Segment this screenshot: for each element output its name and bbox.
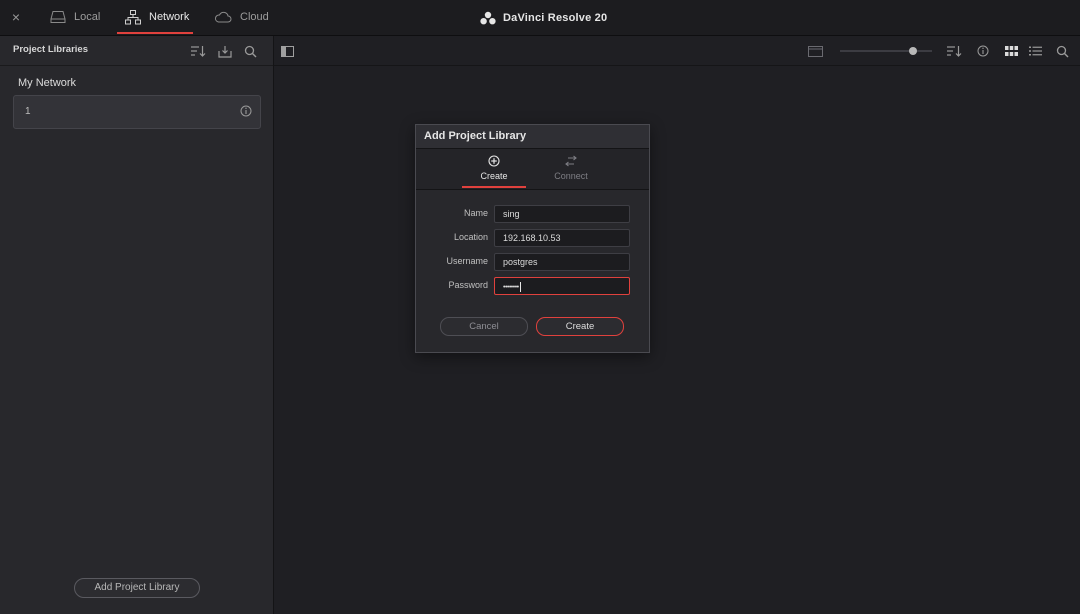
zoom-slider-handle[interactable] (909, 47, 917, 55)
grid-view-icon[interactable] (1003, 43, 1019, 59)
add-project-library-dialog: Add Project Library Create Connect Name … (415, 124, 650, 353)
thumbnail-size-icon[interactable] (807, 43, 823, 59)
top-bar: × Local Network Cloud DaVinci Resolve 20 (0, 0, 1080, 36)
dialog-tabs: Create Connect (416, 149, 649, 190)
create-button[interactable]: Create (536, 317, 624, 336)
connect-arrows-icon (539, 155, 603, 169)
library-item[interactable]: 1 (13, 95, 261, 129)
app-title-text: DaVinci Resolve 20 (503, 12, 608, 24)
plus-circle-icon (462, 155, 526, 169)
search-icon[interactable] (1054, 43, 1070, 59)
tab-cloud-label: Cloud (240, 11, 269, 23)
tab-connect[interactable]: Connect (539, 155, 603, 187)
password-value: •••••••• (503, 284, 519, 291)
dialog-title: Add Project Library (424, 130, 527, 142)
toggle-sidebar-icon[interactable] (279, 43, 295, 59)
name-value: sing (503, 209, 520, 219)
network-icon (125, 9, 141, 25)
location-field[interactable]: 192.168.10.53 (494, 229, 630, 247)
tab-create-label: Create (480, 171, 508, 181)
username-field[interactable]: postgres (494, 253, 630, 271)
password-field[interactable]: •••••••• (494, 277, 630, 295)
section-my-network: My Network (18, 77, 77, 89)
info-icon[interactable] (975, 43, 991, 59)
password-row: Password •••••••• (416, 277, 649, 295)
name-label: Name (463, 208, 488, 218)
cloud-icon (214, 11, 232, 23)
main-toolbar (274, 36, 1080, 66)
active-tab-indicator (117, 32, 193, 34)
location-label: Location (453, 232, 488, 242)
list-view-icon[interactable] (1027, 43, 1043, 59)
sidebar-title: Project Libraries (13, 44, 88, 55)
davinci-logo-icon (480, 11, 496, 25)
name-field[interactable]: sing (494, 205, 630, 223)
text-caret (519, 281, 521, 292)
tab-cloud[interactable]: Cloud (214, 0, 269, 34)
info-icon[interactable] (240, 105, 252, 120)
username-row: Username postgres (416, 253, 649, 271)
search-icon[interactable] (242, 43, 258, 59)
sidebar-header: Project Libraries (0, 36, 273, 66)
cancel-button[interactable]: Cancel (440, 317, 528, 336)
location-value: 192.168.10.53 (503, 233, 561, 243)
password-label: Password (448, 280, 488, 290)
tab-local[interactable]: Local (50, 0, 100, 34)
tab-network-label: Network (149, 11, 190, 23)
library-item-name: 1 (25, 106, 31, 117)
name-row: Name sing (416, 205, 649, 223)
close-button[interactable]: × (9, 9, 23, 25)
dialog-active-tab-indicator (462, 186, 526, 188)
sort-order-icon[interactable] (946, 43, 962, 59)
username-label: Username (446, 256, 488, 266)
location-row: Location 192.168.10.53 (416, 229, 649, 247)
sidebar: Project Libraries My Network 1 Add Proje… (0, 36, 274, 614)
tab-network[interactable]: Network (125, 0, 189, 34)
tab-create[interactable]: Create (462, 155, 526, 187)
sort-icon[interactable] (190, 43, 206, 59)
app-title: DaVinci Resolve 20 (480, 9, 607, 27)
drive-icon (50, 10, 66, 24)
tab-connect-label: Connect (554, 171, 588, 181)
zoom-slider-track[interactable] (840, 50, 932, 52)
add-project-library-button[interactable]: Add Project Library (74, 578, 200, 598)
tab-local-label: Local (74, 11, 101, 23)
import-icon[interactable] (217, 43, 233, 59)
username-value: postgres (503, 257, 538, 267)
dialog-title-bar: Add Project Library (416, 125, 649, 149)
